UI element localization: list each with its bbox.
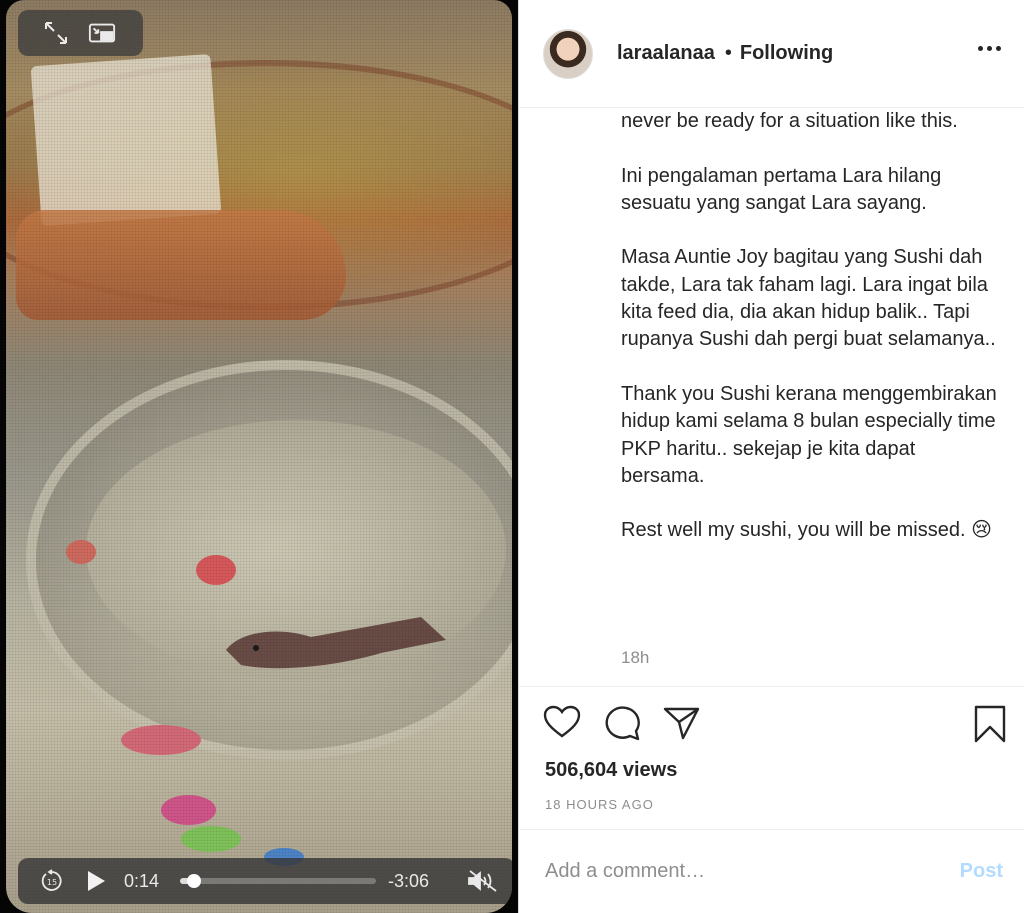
avatar[interactable] xyxy=(543,28,593,79)
caption-paragraph: never be ready for a situation like this… xyxy=(621,110,958,132)
post-header: laraalanaa • Following xyxy=(519,0,1024,108)
caption-paragraph: Rest well my sushi, you will be missed. … xyxy=(621,519,992,542)
play-icon[interactable] xyxy=(86,870,106,892)
post-comment-button[interactable]: Post xyxy=(960,860,1003,883)
post-caption: never be ready for a situation like this… xyxy=(621,108,1001,686)
remaining-time: -3:06 xyxy=(388,870,430,891)
skip-back-15-icon[interactable]: 15 xyxy=(40,869,64,893)
post-age[interactable]: 18h xyxy=(621,648,649,668)
comment-bar: Post xyxy=(519,829,1024,913)
action-row xyxy=(543,705,701,746)
video-frame[interactable]: 15 0:14 -3:06 xyxy=(6,0,512,913)
scanline-overlay xyxy=(6,0,512,913)
video-controls: 15 0:14 -3:06 xyxy=(18,858,512,904)
caption-paragraph: Ini pengalaman pertama Lara hilang sesua… xyxy=(621,164,942,214)
caption-paragraph: Thank you Sushi kerana menggembirakan hi… xyxy=(621,382,997,487)
scrubber-handle[interactable] xyxy=(186,874,201,888)
view-count[interactable]: 506,604 views xyxy=(545,759,677,782)
video-scene xyxy=(6,0,512,913)
post-panel: laraalanaa • Following never be ready fo… xyxy=(518,0,1024,913)
post-actions: 506,604 views 18 HOURS AGO xyxy=(519,686,1024,829)
more-options-icon[interactable] xyxy=(978,46,1001,51)
progress-scrubber[interactable] xyxy=(180,874,376,888)
comment-bubble-icon[interactable] xyxy=(603,705,641,746)
separator-dot: • xyxy=(724,42,732,64)
like-heart-icon[interactable] xyxy=(543,705,581,746)
username-link[interactable]: laraalanaa xyxy=(617,42,715,65)
skip-amount-label: 15 xyxy=(47,878,57,887)
bookmark-icon[interactable] xyxy=(973,705,1007,748)
picture-in-picture-icon[interactable] xyxy=(88,19,116,47)
video-top-controls xyxy=(18,10,143,56)
mute-icon[interactable] xyxy=(466,869,500,893)
expand-icon[interactable] xyxy=(42,19,70,47)
share-send-icon[interactable] xyxy=(663,705,701,746)
post-date: 18 HOURS AGO xyxy=(545,797,654,812)
caption-paragraph: Masa Auntie Joy bagitau yang Sushi dah t… xyxy=(621,246,996,351)
video-player[interactable]: 15 0:14 -3:06 xyxy=(0,0,518,913)
following-button[interactable]: Following xyxy=(740,42,833,65)
comment-input[interactable] xyxy=(545,860,960,883)
current-time: 0:14 xyxy=(124,870,160,891)
